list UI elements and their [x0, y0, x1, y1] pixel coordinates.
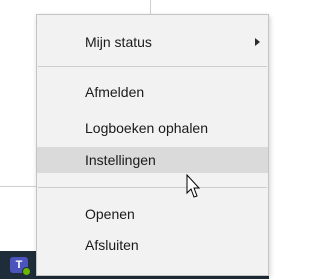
menu-separator — [38, 187, 267, 188]
context-menu: Mijn status Afmelden Logboeken ophalen I… — [36, 14, 269, 276]
menu-item-label: Afsluiten — [85, 237, 139, 253]
menu-item-open[interactable]: Openen — [37, 201, 268, 227]
menu-item-label: Openen — [85, 206, 135, 222]
submenu-arrow-icon — [255, 38, 260, 46]
menu-item-sign-out[interactable]: Afmelden — [37, 79, 268, 105]
menu-item-label: Logboeken ophalen — [85, 120, 209, 136]
menu-item-label: Instellingen — [85, 152, 156, 168]
menu-item-my-status[interactable]: Mijn status — [37, 29, 268, 55]
menu-item-settings[interactable]: Instellingen — [37, 147, 268, 173]
menu-item-label: Afmelden — [85, 84, 145, 100]
teams-icon[interactable]: T — [10, 257, 31, 276]
menu-separator — [38, 66, 267, 67]
menu-item-get-logs[interactable]: Logboeken ophalen — [37, 115, 268, 141]
menu-item-label: Mijn status — [85, 34, 152, 50]
desktop-window-edge — [0, 186, 38, 187]
menu-item-quit[interactable]: Afsluiten — [37, 232, 268, 258]
desktop-window-edge — [150, 0, 151, 15]
